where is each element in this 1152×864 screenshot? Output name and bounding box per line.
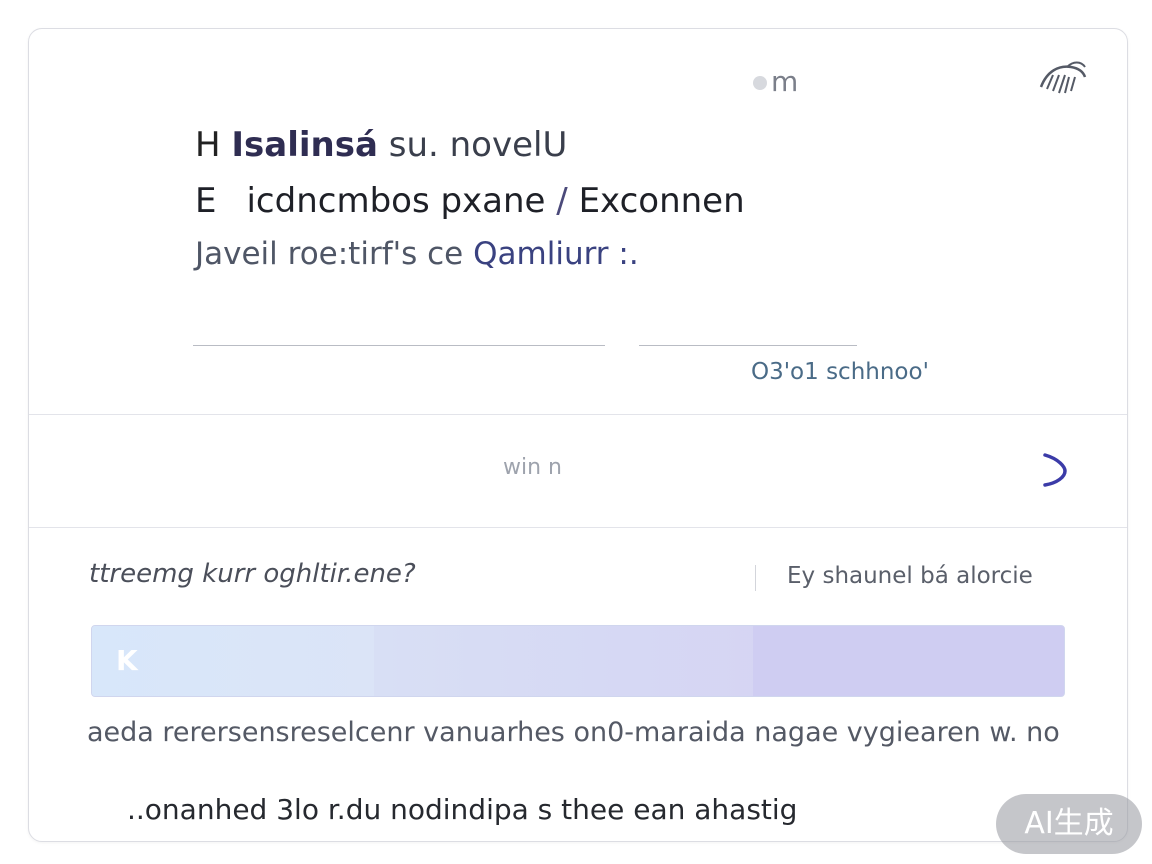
question-text: ttreemg kurr oghltir.ene? xyxy=(89,559,416,589)
dialog-card: m H Isalinsá su. novelU Eicdncmbos pxane… xyxy=(28,28,1128,842)
headline-line-3-accent: Qamliurr :. xyxy=(473,236,639,272)
headline-line-3: Javeil roe:tirf's ce Qamliurr :. xyxy=(195,235,995,273)
progress-bar[interactable]: K xyxy=(91,625,1065,697)
headline-line-1-rest: su. novelU xyxy=(388,125,568,165)
nav-row[interactable]: win n xyxy=(29,415,1127,527)
footer-text: ..onanhed 3lo r.du nodindipa s thee ean … xyxy=(127,793,798,826)
caption-text: aeda rerersensreselcenr vanuarhes on0-ma… xyxy=(87,717,1060,748)
section-divider-bottom xyxy=(29,527,1127,528)
chevron-right-icon[interactable] xyxy=(1035,447,1075,491)
avatar-sketch-icon[interactable] xyxy=(1037,57,1089,101)
headline-block: H Isalinsá su. novelU Eicdncmbos pxane /… xyxy=(195,125,995,273)
secondary-link[interactable]: O3'o1 schhnoo' xyxy=(751,359,929,385)
headline-line-2-tail: Exconnen xyxy=(578,181,745,221)
headline-line-1: H Isalinsá su. novelU xyxy=(195,125,995,165)
nav-row-label: win n xyxy=(503,455,562,480)
headline-line-1-accent: Isalinsá xyxy=(231,125,378,165)
headline-line-2-slash: / xyxy=(556,181,568,221)
progress-segment-3 xyxy=(752,626,1064,696)
headline-line-1-prefix: H xyxy=(195,125,221,165)
status-indicator-text: m xyxy=(771,65,799,98)
headline-line-2: Eicdncmbos pxane / Exconnen xyxy=(195,181,995,221)
side-note: Ey shaunel bá alorcie xyxy=(787,563,1033,589)
status-dot-icon xyxy=(753,76,767,90)
ai-generated-badge: AI生成 xyxy=(996,794,1142,854)
headline-line-3-main: Javeil roe:tirf's ce xyxy=(195,236,464,272)
headline-line-2-prefix: E xyxy=(195,181,217,221)
status-indicator: m xyxy=(753,65,799,98)
headline-line-2-main: icdncmbos pxane xyxy=(246,181,546,221)
divider-rule-left xyxy=(193,345,605,346)
progress-mark: K xyxy=(116,644,138,677)
vertical-separator xyxy=(755,565,756,591)
divider-rule-right xyxy=(639,345,857,346)
